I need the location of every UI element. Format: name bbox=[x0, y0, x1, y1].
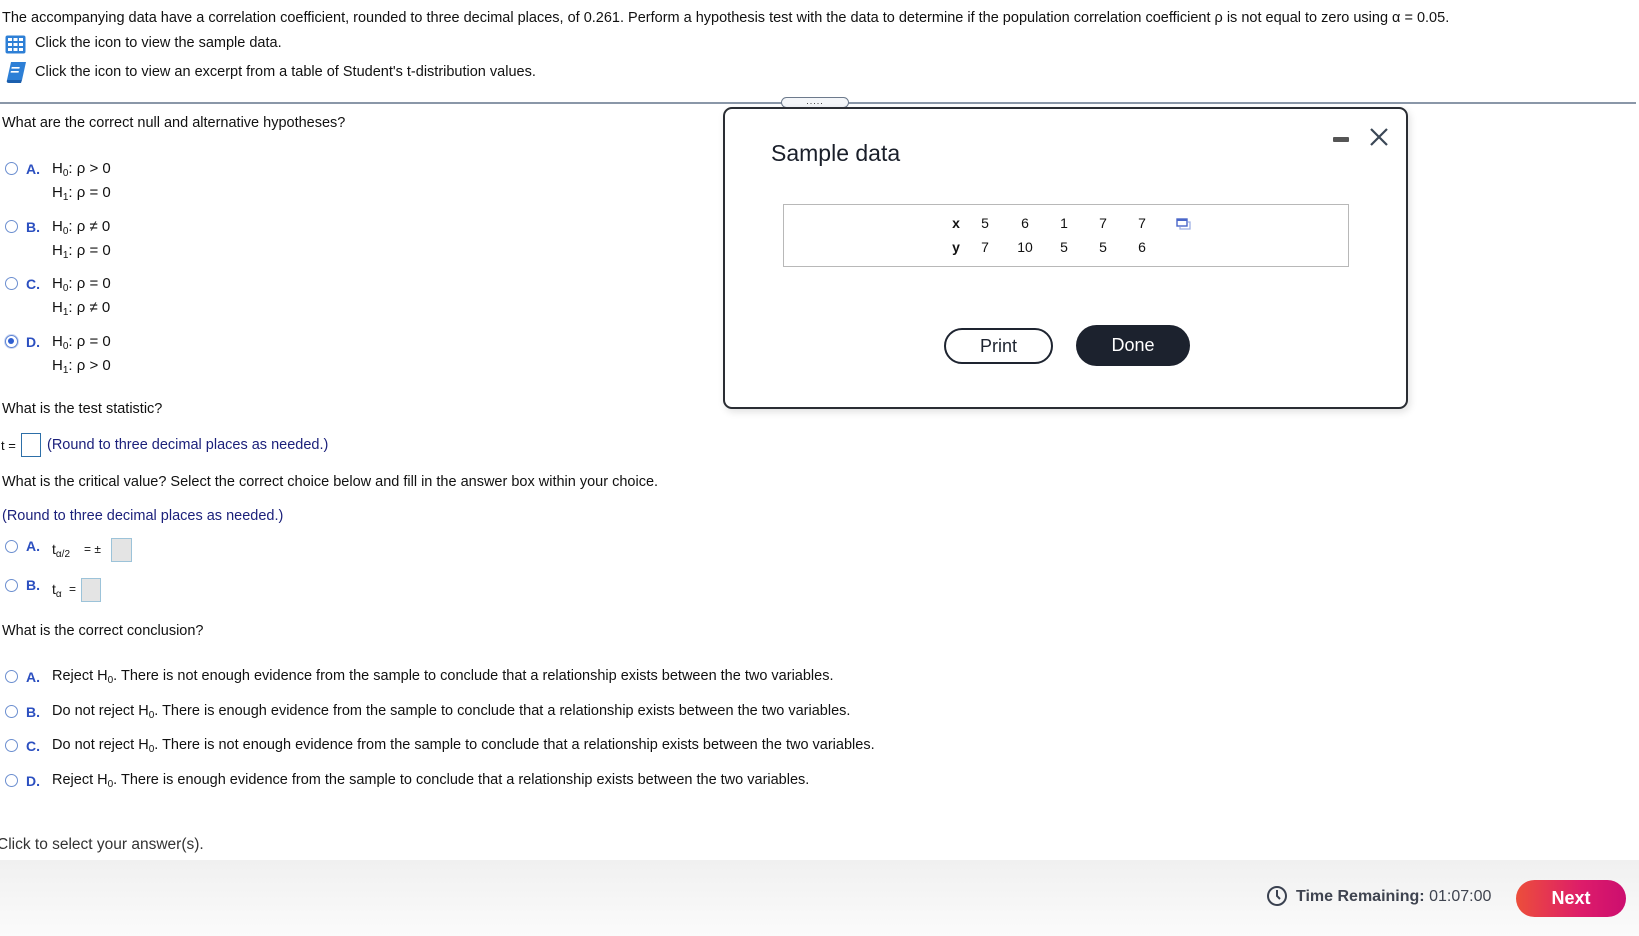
radio-button[interactable] bbox=[5, 670, 18, 683]
sample-data-link-text[interactable]: Click the icon to view the sample data. bbox=[35, 36, 282, 51]
test-statistic-input[interactable] bbox=[21, 433, 41, 457]
option-letter: C. bbox=[26, 738, 40, 754]
radio-button[interactable] bbox=[5, 162, 18, 175]
critical-value-input-b[interactable] bbox=[81, 578, 101, 602]
option-letter: A. bbox=[26, 161, 40, 177]
option-letter: B. bbox=[26, 219, 40, 235]
close-icon[interactable] bbox=[1370, 128, 1388, 146]
status-hint: Click to select your answer(s). bbox=[0, 836, 204, 853]
sample-data-link[interactable] bbox=[5, 35, 26, 54]
option-letter: D. bbox=[26, 334, 40, 350]
equals-sign: = bbox=[69, 582, 77, 596]
conclusion-text: Do not reject H0. There is enough eviden… bbox=[52, 703, 851, 721]
conclusion-text: Reject H0. There is not enough evidence … bbox=[52, 668, 834, 686]
h1-line: H1: ρ = 0 bbox=[52, 242, 111, 261]
row-label: y bbox=[952, 239, 960, 255]
table-cell: 7 bbox=[1138, 215, 1146, 231]
table-cell: 5 bbox=[981, 215, 989, 231]
h0-line: H0: ρ ≠ 0 bbox=[52, 218, 111, 237]
h1-line: H1: ρ > 0 bbox=[52, 357, 111, 376]
q4-prompt: What is the correct conclusion? bbox=[2, 623, 204, 639]
radio-button[interactable] bbox=[5, 705, 18, 718]
t-table-link-text[interactable]: Click the icon to view an excerpt from a… bbox=[35, 65, 536, 80]
done-button[interactable]: Done bbox=[1076, 325, 1190, 366]
critical-value-label: tα/2 bbox=[52, 541, 71, 560]
q1-prompt: What are the correct null and alternativ… bbox=[2, 115, 346, 131]
time-remaining-value: 01:07:00 bbox=[1429, 888, 1492, 905]
option-letter: C. bbox=[26, 276, 40, 292]
print-button[interactable]: Print bbox=[944, 328, 1053, 364]
radio-button[interactable] bbox=[5, 739, 18, 752]
critical-value-input-a[interactable] bbox=[111, 538, 132, 562]
table-cell: 6 bbox=[1138, 239, 1146, 255]
option-letter: B. bbox=[26, 577, 40, 593]
conclusion-text: Do not reject H0. There is not enough ev… bbox=[52, 737, 875, 755]
q3-prompt: What is the critical value? Select the c… bbox=[2, 474, 659, 490]
h0-line: H0: ρ = 0 bbox=[52, 333, 111, 352]
critical-value-label: tα bbox=[52, 581, 62, 600]
radio-button[interactable] bbox=[5, 277, 18, 290]
minimize-icon[interactable] bbox=[1333, 137, 1349, 142]
round-note: (Round to three decimal places as needed… bbox=[47, 437, 329, 453]
radio-button[interactable] bbox=[5, 220, 18, 233]
table-row-y: y 7 10 5 5 6 bbox=[947, 235, 1161, 259]
equals-plus-minus: = ± bbox=[84, 542, 101, 556]
radio-button[interactable] bbox=[5, 579, 18, 592]
h1-line: H1: ρ ≠ 0 bbox=[52, 299, 111, 318]
table-cell: 5 bbox=[1099, 239, 1107, 255]
radio-button[interactable] bbox=[5, 540, 18, 553]
option-letter: A. bbox=[26, 538, 40, 554]
option-letter: B. bbox=[26, 704, 40, 720]
sample-data-table: x 5 6 1 7 7 y 7 10 5 5 6 bbox=[947, 211, 1161, 259]
row-label: x bbox=[952, 215, 960, 231]
h0-line: H0: ρ > 0 bbox=[52, 160, 111, 179]
round-note: (Round to three decimal places as needed… bbox=[2, 508, 284, 524]
time-remaining-label: Time Remaining: bbox=[1296, 888, 1425, 905]
problem-statement: The accompanying data have a correlation… bbox=[2, 10, 1450, 26]
option-letter: A. bbox=[26, 669, 40, 685]
table-cell: 10 bbox=[1017, 239, 1033, 255]
book-icon[interactable] bbox=[5, 61, 27, 84]
radio-button-selected[interactable] bbox=[5, 335, 18, 348]
time-remaining: Time Remaining: 01:07:00 bbox=[1296, 889, 1491, 905]
clock-icon bbox=[1267, 886, 1287, 906]
table-cell: 1 bbox=[1060, 215, 1068, 231]
radio-button[interactable] bbox=[5, 774, 18, 787]
table-cell: 5 bbox=[1060, 239, 1068, 255]
table-row-x: x 5 6 1 7 7 bbox=[947, 211, 1161, 235]
dialog-title: Sample data bbox=[771, 140, 901, 166]
next-button[interactable]: Next bbox=[1516, 880, 1626, 917]
table-cell: 7 bbox=[1099, 215, 1107, 231]
q2-prompt: What is the test statistic? bbox=[2, 401, 163, 417]
table-grid-icon[interactable] bbox=[5, 35, 26, 54]
conclusion-text: Reject H0. There is enough evidence from… bbox=[52, 772, 810, 790]
table-cell: 7 bbox=[981, 239, 989, 255]
option-letter: D. bbox=[26, 773, 40, 789]
copy-to-spreadsheet-icon[interactable] bbox=[1176, 218, 1191, 231]
table-cell: 6 bbox=[1021, 215, 1029, 231]
t-table-link[interactable] bbox=[5, 61, 27, 84]
t-label: t = bbox=[1, 438, 16, 453]
h1-line: H1: ρ = 0 bbox=[52, 184, 111, 203]
h0-line: H0: ρ = 0 bbox=[52, 275, 111, 294]
